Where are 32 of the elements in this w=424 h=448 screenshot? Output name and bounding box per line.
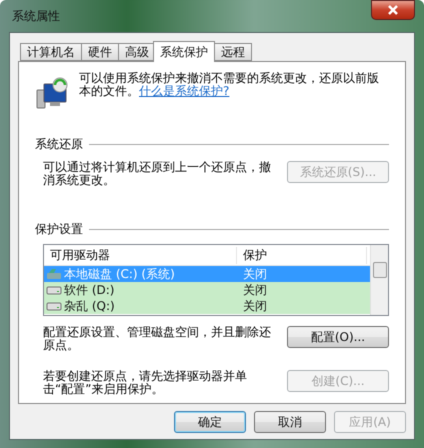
dialog-button[interactable]: 取消 bbox=[254, 411, 326, 433]
section-heading: 保护设置 bbox=[35, 221, 83, 238]
create-description: 若要创建还原点，请先选择驱动器并单击“配置”来启用保护。 bbox=[43, 370, 248, 396]
window-title: 系统属性 bbox=[11, 8, 60, 24]
drive-row[interactable]: 软件 (D:) 关闭 bbox=[44, 282, 370, 298]
tab[interactable]: 计算机名 bbox=[20, 43, 82, 61]
protection-status: 关闭 bbox=[243, 266, 267, 282]
help-link[interactable]: 什么是系统保护? bbox=[139, 84, 230, 98]
drive-name: 本地磁盘 (C:) (系统) bbox=[64, 266, 175, 282]
drive-icon bbox=[46, 268, 62, 280]
column-header[interactable]: 可用驱动器 bbox=[44, 246, 237, 264]
tab[interactable]: 系统保护 bbox=[153, 41, 215, 62]
drive-icon bbox=[46, 285, 62, 295]
close-button[interactable] bbox=[371, 0, 415, 20]
drive-row[interactable]: 杂乱 (Q:) 关闭 bbox=[44, 298, 370, 314]
configure-button[interactable]: 配置(O)... bbox=[287, 326, 389, 348]
column-header[interactable]: 保护 bbox=[237, 246, 367, 264]
section-heading: 系统还原 bbox=[35, 136, 83, 153]
restore-description: 可以通过将计算机还原到上一个还原点，撤消系统更改。 bbox=[43, 161, 272, 187]
configure-description: 配置还原设置、管理磁盘空间，并且删除还原点。 bbox=[43, 326, 272, 352]
scrollbar[interactable] bbox=[370, 245, 388, 315]
drive-name: 杂乱 (Q:) bbox=[64, 298, 115, 314]
protection-status: 关闭 bbox=[243, 282, 267, 298]
dialog-button[interactable]: 确定 bbox=[174, 411, 246, 433]
intro-text: 可以使用系统保护来撤消不需要的系统更改，还原以前版本的文件。什么是系统保护? bbox=[79, 72, 380, 98]
close-icon bbox=[387, 5, 399, 15]
protection-status: 关闭 bbox=[243, 298, 267, 314]
tab[interactable]: 高级 bbox=[118, 43, 156, 61]
drive-icon bbox=[46, 301, 62, 311]
tab[interactable]: 远程 bbox=[214, 43, 252, 61]
drive-name: 软件 (D:) bbox=[64, 282, 114, 298]
tab[interactable]: 硬件 bbox=[81, 43, 119, 61]
